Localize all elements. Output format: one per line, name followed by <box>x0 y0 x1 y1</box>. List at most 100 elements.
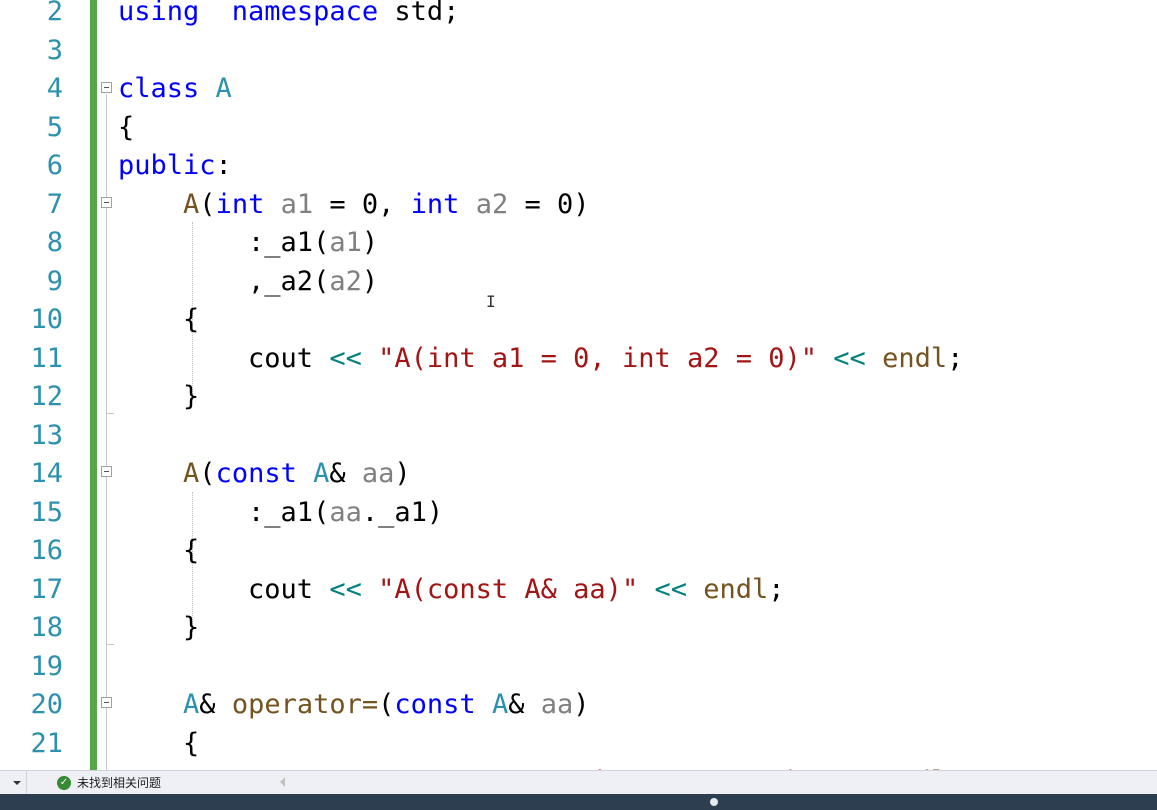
code-token: :_a1( <box>118 496 330 528</box>
line-number: 17 <box>30 573 63 605</box>
code-line[interactable]: { <box>118 109 134 147</box>
code-token: const <box>394 689 476 720</box>
scroll-left-arrow-icon[interactable] <box>280 777 285 787</box>
code-token: class <box>118 73 200 104</box>
issues-status-text[interactable]: 未找到相关问题 <box>77 775 161 791</box>
fold-end-tick <box>106 644 114 645</box>
code-line[interactable]: using namespace std; <box>118 0 459 31</box>
collapse-constructor-icon[interactable] <box>101 197 112 208</box>
code-line[interactable]: ,_a2(a2) <box>118 263 378 301</box>
code-line[interactable]: public: <box>118 147 232 185</box>
collapse-class-icon[interactable] <box>101 82 112 93</box>
code-token: } <box>118 381 200 412</box>
code-line[interactable]: { <box>118 532 199 570</box>
line-number: 13 <box>30 419 63 451</box>
code-token: << <box>329 342 362 374</box>
code-token: :_a1( <box>118 227 330 258</box>
code-token: A <box>183 188 200 220</box>
code-token: ,_a2( <box>118 265 330 297</box>
code-token: << <box>329 573 362 605</box>
code-token: a2 <box>329 265 362 297</box>
zoom-dropdown-button[interactable] <box>0 771 27 795</box>
code-line[interactable]: cout << "A(int a1 = 0, int a2 = 0)" << e… <box>118 340 963 378</box>
code-line[interactable]: } <box>118 378 199 416</box>
code-token: ; <box>768 573 785 605</box>
code-token: using <box>118 0 200 27</box>
code-token: { <box>118 535 200 566</box>
code-token: ._a1) <box>361 496 444 528</box>
line-number: 19 <box>30 650 63 682</box>
code-token: ) <box>361 265 379 297</box>
code-line[interactable]: { <box>118 725 199 763</box>
code-line[interactable]: A(int a1 = 0, int a2 = 0) <box>118 186 589 224</box>
code-line[interactable]: :_a1(aa._a1) <box>118 494 443 532</box>
code-token: { <box>118 111 135 143</box>
change-tracking-bar <box>90 0 97 770</box>
text-cursor-icon: I <box>486 292 496 311</box>
line-number-gutter: 2 3 4 5 6 7 8 9 10 11 12 13 14 15 16 17 18 19 20 21 <box>0 0 75 770</box>
line-number: 20 <box>30 689 63 720</box>
line-number: 4 <box>46 73 63 104</box>
check-circle-icon: ✓ <box>57 776 71 790</box>
code-token: const <box>215 458 297 489</box>
taskbar <box>0 794 1157 810</box>
code-token: A <box>313 458 330 489</box>
taskbar-indicator-icon <box>710 798 718 806</box>
code-token: aa <box>329 496 362 528</box>
code-token: int <box>410 188 460 220</box>
line-number: 7 <box>46 188 63 220</box>
line-number: 9 <box>46 265 63 297</box>
line-number: 16 <box>30 535 63 566</box>
code-token: A <box>183 458 200 489</box>
fold-guide <box>106 94 107 770</box>
line-number: 18 <box>30 612 63 643</box>
code-token: aa <box>540 689 574 720</box>
collapse-operator-icon[interactable] <box>101 697 112 708</box>
line-number: 3 <box>46 34 63 66</box>
code-token: "A(int a1 = 0, int a2 = 0)" <box>378 342 818 374</box>
line-number <box>0 763 63 770</box>
line-number: 21 <box>30 727 63 759</box>
code-line[interactable]: A(const A& aa) <box>118 455 411 493</box>
code-token: = 0, <box>313 188 411 220</box>
code-line[interactable]: class A <box>118 70 232 108</box>
code-token: namespace <box>231 0 379 27</box>
code-token: cout <box>118 573 330 605</box>
code-token: & <box>508 689 541 720</box>
code-line[interactable]: cout << "A& operator=(const A& aa)" << e… <box>118 763 963 770</box>
code-token: ( <box>199 458 216 489</box>
code-token: a1 <box>329 227 362 258</box>
code-token: ) <box>361 227 379 258</box>
code-token: { <box>118 727 200 759</box>
line-number: 2 <box>46 0 63 27</box>
code-line[interactable]: { <box>118 301 199 339</box>
code-line[interactable]: cout << "A(const A& aa)" << endl; <box>118 571 785 609</box>
code-token: int <box>215 188 265 220</box>
code-token: & <box>199 689 232 720</box>
code-token: << <box>833 342 866 374</box>
fold-end-tick <box>106 413 114 414</box>
code-token: ( <box>378 689 395 720</box>
code-token: A <box>183 689 200 720</box>
code-token: ) <box>573 689 590 720</box>
collapse-copy-constructor-icon[interactable] <box>101 466 112 477</box>
code-line[interactable]: } <box>118 609 199 647</box>
code-line[interactable]: A& operator=(const A& aa) <box>118 686 590 724</box>
code-line[interactable]: :_a1(a1) <box>118 224 378 262</box>
code-token: public <box>118 150 216 181</box>
code-editor[interactable]: 2 3 4 5 6 7 8 9 10 11 12 13 14 15 16 17 18 19 20 21 using n… <box>0 0 1157 770</box>
line-number: 14 <box>30 458 63 489</box>
